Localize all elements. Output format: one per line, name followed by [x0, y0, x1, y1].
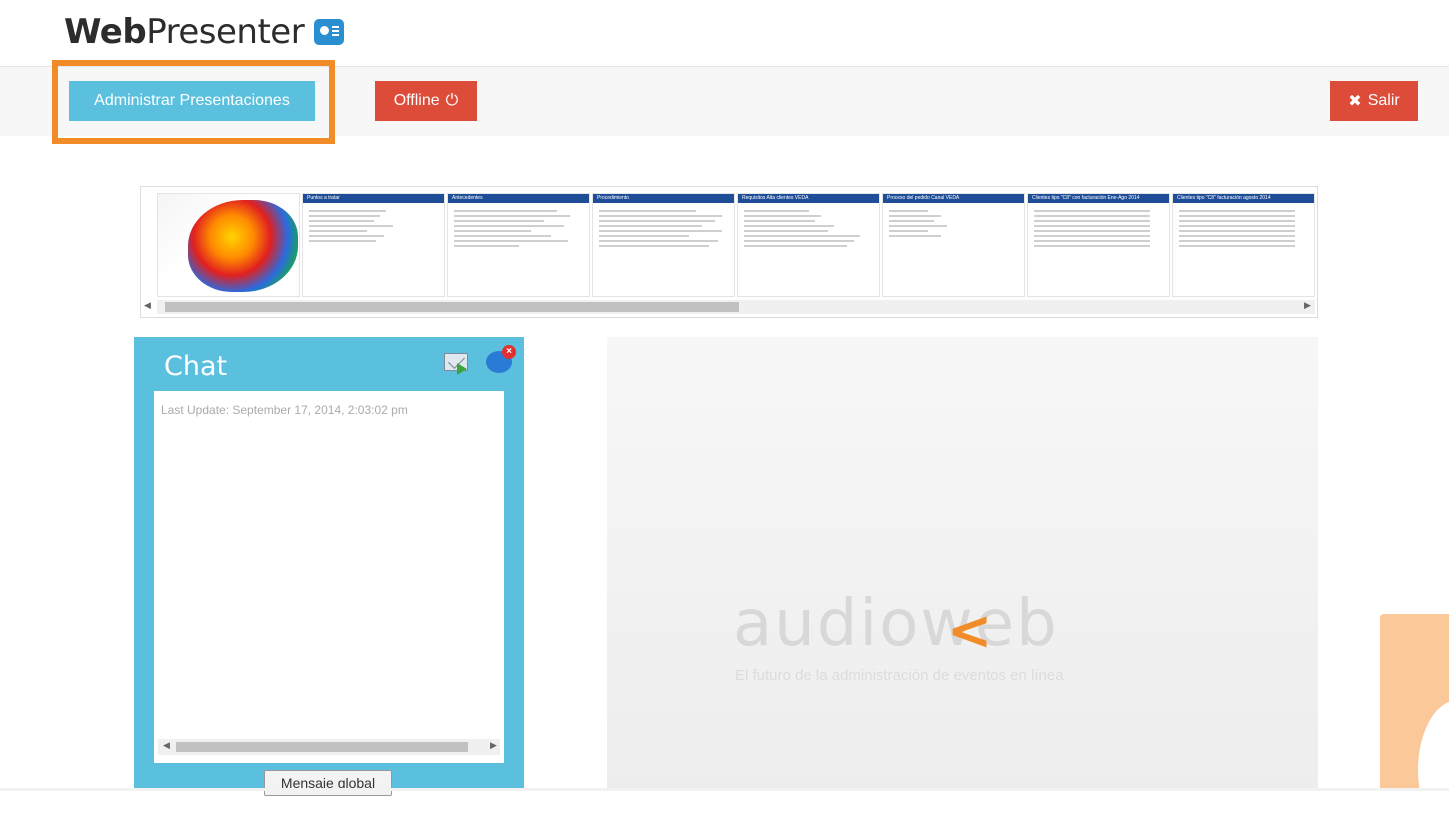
presenter-logo-icon — [314, 19, 345, 45]
slide-title: Clientes tipo "C8" facturación agosto 20… — [1173, 194, 1314, 203]
global-message-button[interactable]: Mensaje global — [264, 770, 392, 796]
chat-title: Chat — [164, 351, 228, 382]
exit-label: Salir — [1367, 92, 1400, 109]
slide-title: Puntos a tratar — [303, 194, 444, 203]
scroll-right-icon[interactable]: ▶ — [490, 740, 497, 751]
slide-title: Requisitos Alta clientes VEDA — [738, 194, 879, 203]
slide-thumbnail-strip: Puntos a tratar Antecedentes Procedimien… — [140, 186, 1318, 318]
power-icon: ⏻ — [445, 92, 459, 109]
slide-thumbnail[interactable]: Antecedentes — [447, 193, 590, 297]
offline-button[interactable]: Offline ⏻ — [375, 81, 477, 121]
slide-thumbnail[interactable]: Clientes tipo "C8" con facturación Ene-A… — [1027, 193, 1170, 297]
close-chat-icon[interactable]: × — [502, 345, 516, 359]
chat-messages-area: Last Update: September 17, 2014, 2:03:02… — [154, 391, 504, 763]
slide-title: Proceso del pedido Canal VEDA — [883, 194, 1024, 203]
app-logo: Web Presenter — [64, 12, 345, 52]
scroll-right-icon[interactable]: ▶ — [1304, 300, 1311, 311]
slide-thumbnail[interactable]: Proceso del pedido Canal VEDA — [882, 193, 1025, 297]
chat-scrollbar[interactable]: ◀ ▶ — [158, 739, 500, 755]
presentation-viewer: audioweb El futuro de la administración … — [607, 337, 1318, 791]
manage-presentations-button[interactable]: Administrar Presentaciones — [69, 81, 315, 121]
previous-slide-button[interactable]: < — [947, 599, 992, 662]
send-arrow-icon — [457, 363, 467, 375]
close-icon: ✖ — [1348, 93, 1362, 110]
slides-row: Puntos a tratar Antecedentes Procedimien… — [157, 193, 1315, 297]
exit-button[interactable]: ✖ Salir — [1330, 81, 1418, 121]
slide-thumbnail[interactable] — [157, 193, 300, 297]
slide-thumbnail[interactable]: Requisitos Alta clientes VEDA — [737, 193, 880, 297]
manage-presentations-label: Administrar Presentaciones — [94, 92, 290, 109]
audioweb-watermark: audioweb — [733, 587, 1059, 661]
slide-thumbnail[interactable]: Procedimiento — [592, 193, 735, 297]
slide-title: Clientes tipo "C8" con facturación Ene-A… — [1028, 194, 1169, 203]
slide-title: Antecedentes — [448, 194, 589, 203]
watermark-subtitle: El futuro de la administración de evento… — [735, 667, 1064, 684]
scrollbar-thumb[interactable] — [165, 302, 739, 312]
slide-thumbnail[interactable]: Puntos a tratar — [302, 193, 445, 297]
slide-title: Procedimiento — [593, 194, 734, 203]
logo-text-regular: Presenter — [146, 12, 305, 52]
slide-thumbnail[interactable]: Clientes tipo "C8" facturación agosto 20… — [1172, 193, 1315, 297]
offline-label: Offline — [393, 92, 440, 109]
logo-text-bold: Web — [64, 12, 147, 52]
scroll-left-icon[interactable]: ◀ — [163, 740, 170, 751]
slides-scrollbar[interactable] — [157, 300, 1315, 314]
scroll-left-icon[interactable]: ◀ — [144, 300, 151, 311]
chat-panel: Chat × Last Update: September 17, 2014, … — [134, 337, 524, 796]
paint-splash-image — [188, 200, 298, 292]
scrollbar-thumb[interactable] — [176, 742, 468, 752]
last-update-text: Last Update: September 17, 2014, 2:03:02… — [161, 403, 408, 417]
